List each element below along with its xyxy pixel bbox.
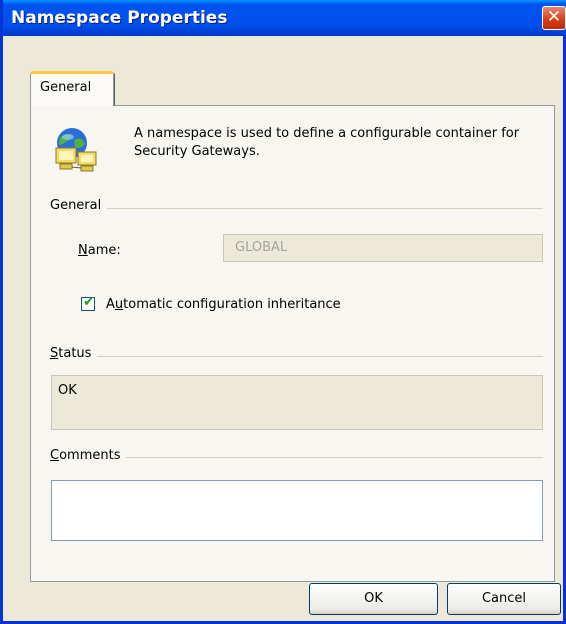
tab-general-label: General [40,80,92,95]
name-field[interactable]: GLOBAL [223,234,543,262]
auto-inherit-checkbox[interactable]: ✔ [81,294,95,311]
dialog-description: A namespace is used to define a configur… [134,126,520,159]
general-group-label: General [50,198,108,213]
status-group-line [51,356,543,357]
dialog-title: Namespace Properties [11,8,228,28]
title-bar[interactable]: Namespace Properties ✕ [3,0,566,36]
namespace-globe-computers-icon [55,128,97,172]
close-button[interactable]: ✕ [542,6,566,30]
name-label: Name: [78,243,121,258]
auto-inherit-label[interactable]: Automatic configuration inheritance [106,297,341,312]
ok-button[interactable]: OK [309,583,438,615]
status-group-label: Status [50,346,98,361]
checkmark-icon: ✔ [83,294,95,310]
comments-group-label: Comments [50,448,127,463]
status-value: OK [58,383,77,398]
tab-active-indicator [30,71,114,74]
tab-general[interactable]: General [30,72,114,106]
close-icon: ✕ [546,7,562,27]
status-field: OK [51,375,543,430]
general-group-line [51,208,543,209]
cancel-button[interactable]: Cancel [447,583,561,615]
dialog-window: Namespace Properties ✕ General A namespa… [0,0,566,624]
comments-textarea[interactable] [51,480,543,541]
